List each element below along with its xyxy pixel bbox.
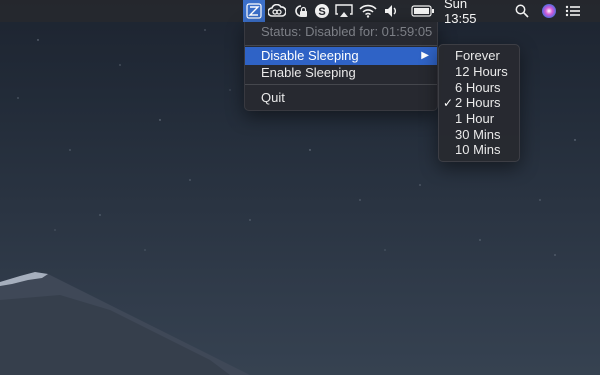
battery-icon [411, 5, 434, 17]
battery-item[interactable] [410, 0, 436, 22]
mountain-shade [0, 295, 230, 375]
submenu-item-label: 30 Mins [455, 127, 501, 142]
quit-label: Quit [261, 90, 285, 105]
search-icon [515, 4, 529, 18]
disable-sleeping-item[interactable]: Disable Sleeping ▶ [245, 47, 437, 65]
creative-cloud-icon [268, 4, 286, 17]
skype-icon: S [315, 4, 329, 18]
menu-bar: S Sun 13:55 [0, 0, 600, 26]
submenu-item-12-hours[interactable]: 12 Hours [439, 64, 519, 80]
status-text: Status: Disabled for: 01:59:05 [261, 24, 433, 39]
disable-sleeping-label: Disable Sleeping [261, 48, 359, 63]
airplay-icon [335, 4, 353, 17]
wifi-item[interactable] [357, 0, 379, 22]
checkmark-icon: ✓ [443, 96, 454, 110]
menu-separator [245, 45, 437, 46]
volume-item[interactable] [381, 0, 401, 22]
disable-duration-submenu: Forever 12 Hours 6 Hours ✓ 2 Hours 1 Hou… [438, 44, 520, 162]
submenu-item-label: 2 Hours [455, 95, 501, 110]
creative-cloud-item[interactable] [266, 0, 288, 22]
skype-item[interactable]: S [312, 0, 332, 22]
submenu-item-label: 6 Hours [455, 80, 501, 95]
submenu-item-2-hours[interactable]: ✓ 2 Hours [439, 95, 519, 111]
notification-list-icon [565, 5, 580, 17]
amphetamine-icon [246, 3, 262, 19]
enable-sleeping-label: Enable Sleeping [261, 65, 356, 80]
submenu-item-forever[interactable]: Forever [439, 48, 519, 64]
submenu-item-label: Forever [455, 48, 500, 63]
status-row: Status: Disabled for: 01:59:05 [245, 23, 437, 41]
quit-item[interactable]: Quit [245, 89, 437, 107]
submenu-item-label: 1 Hour [455, 111, 495, 126]
svg-text:S: S [318, 6, 325, 18]
amphetamine-menu: Status: Disabled for: 01:59:05 Disable S… [244, 22, 438, 111]
wifi-icon [359, 4, 377, 18]
volume-icon [385, 5, 396, 17]
notification-center-item[interactable] [563, 0, 583, 22]
menu-separator [245, 84, 437, 85]
enable-sleeping-item[interactable]: Enable Sleeping [245, 64, 437, 82]
siri-item[interactable] [539, 0, 559, 22]
menubar-clock[interactable]: Sun 13:55 [444, 0, 500, 26]
submenu-item-1-hour[interactable]: 1 Hour [439, 111, 519, 127]
submenu-item-30-mins[interactable]: 30 Mins [439, 127, 519, 143]
siri-icon [542, 4, 556, 18]
submenu-item-6-hours[interactable]: 6 Hours [439, 80, 519, 96]
amphetamine-menubar-item[interactable] [243, 0, 265, 22]
lock-sync-item[interactable] [291, 0, 311, 22]
submenu-item-10-mins[interactable]: 10 Mins [439, 142, 519, 158]
lock-sync-icon [295, 5, 307, 17]
submenu-item-label: 10 Mins [455, 142, 501, 157]
submenu-item-label: 12 Hours [455, 64, 508, 79]
submenu-arrow-icon: ▶ [421, 50, 429, 61]
spotlight-item[interactable] [512, 0, 532, 22]
airplay-item[interactable] [333, 0, 355, 22]
